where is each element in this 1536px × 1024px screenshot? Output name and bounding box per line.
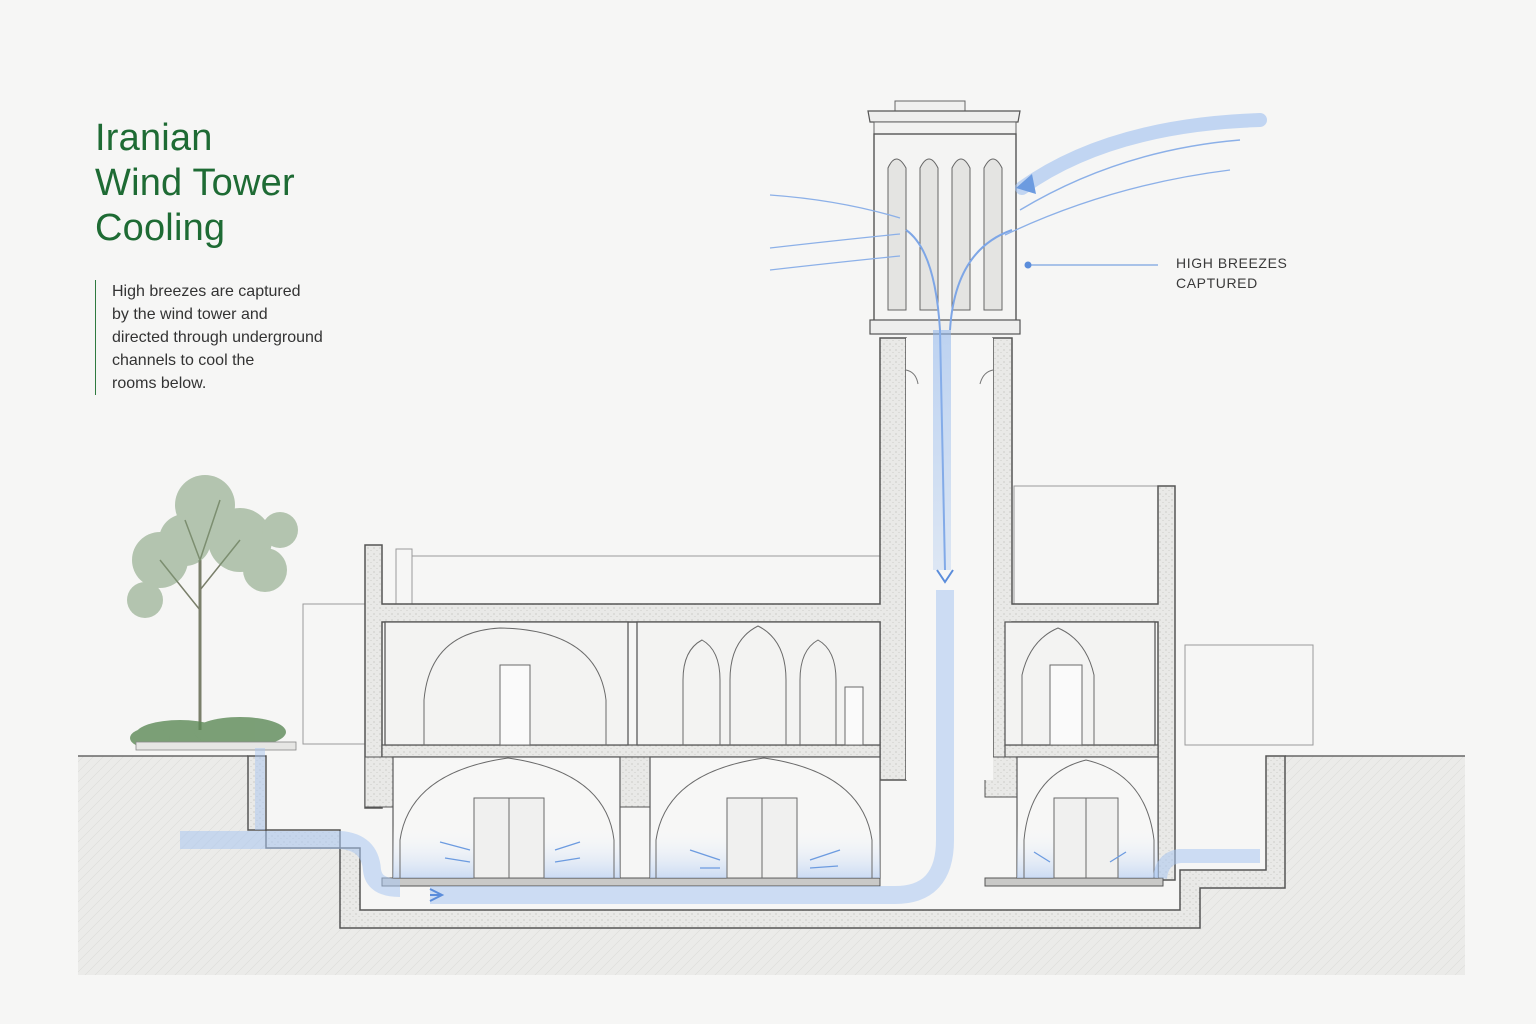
- room-ground-center: [636, 621, 881, 746]
- wind-tower-section-diagram: [78, 100, 1465, 975]
- downdraft-column: [933, 330, 951, 570]
- tree-illustration: [127, 475, 298, 751]
- incoming-breeze-main: [1015, 113, 1267, 195]
- basement-rooms: [392, 756, 1159, 879]
